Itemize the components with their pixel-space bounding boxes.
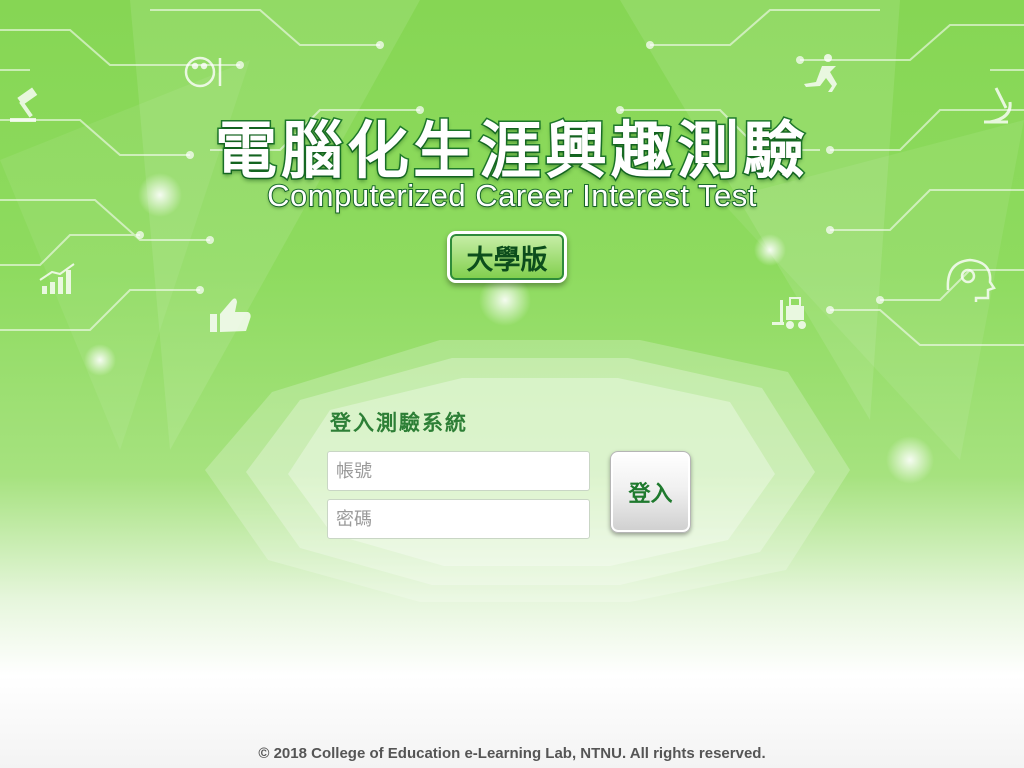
username-input[interactable] xyxy=(327,451,590,491)
sparkle xyxy=(84,344,116,376)
page-title: 電腦化生涯興趣測驗 xyxy=(213,113,809,189)
forklift-icon xyxy=(772,297,806,329)
sparkle xyxy=(754,234,786,266)
login-button[interactable]: 登入 xyxy=(610,451,691,533)
page-subtitle: Computerized Career Interest Test xyxy=(266,177,757,214)
edition-badge: 大學版 xyxy=(447,231,567,283)
copyright-footer: © 2018 College of Education e-Learning L… xyxy=(258,745,766,762)
login-heading: 登入測驗系統 xyxy=(330,411,468,435)
password-input[interactable] xyxy=(327,499,590,539)
sparkle xyxy=(886,436,934,484)
